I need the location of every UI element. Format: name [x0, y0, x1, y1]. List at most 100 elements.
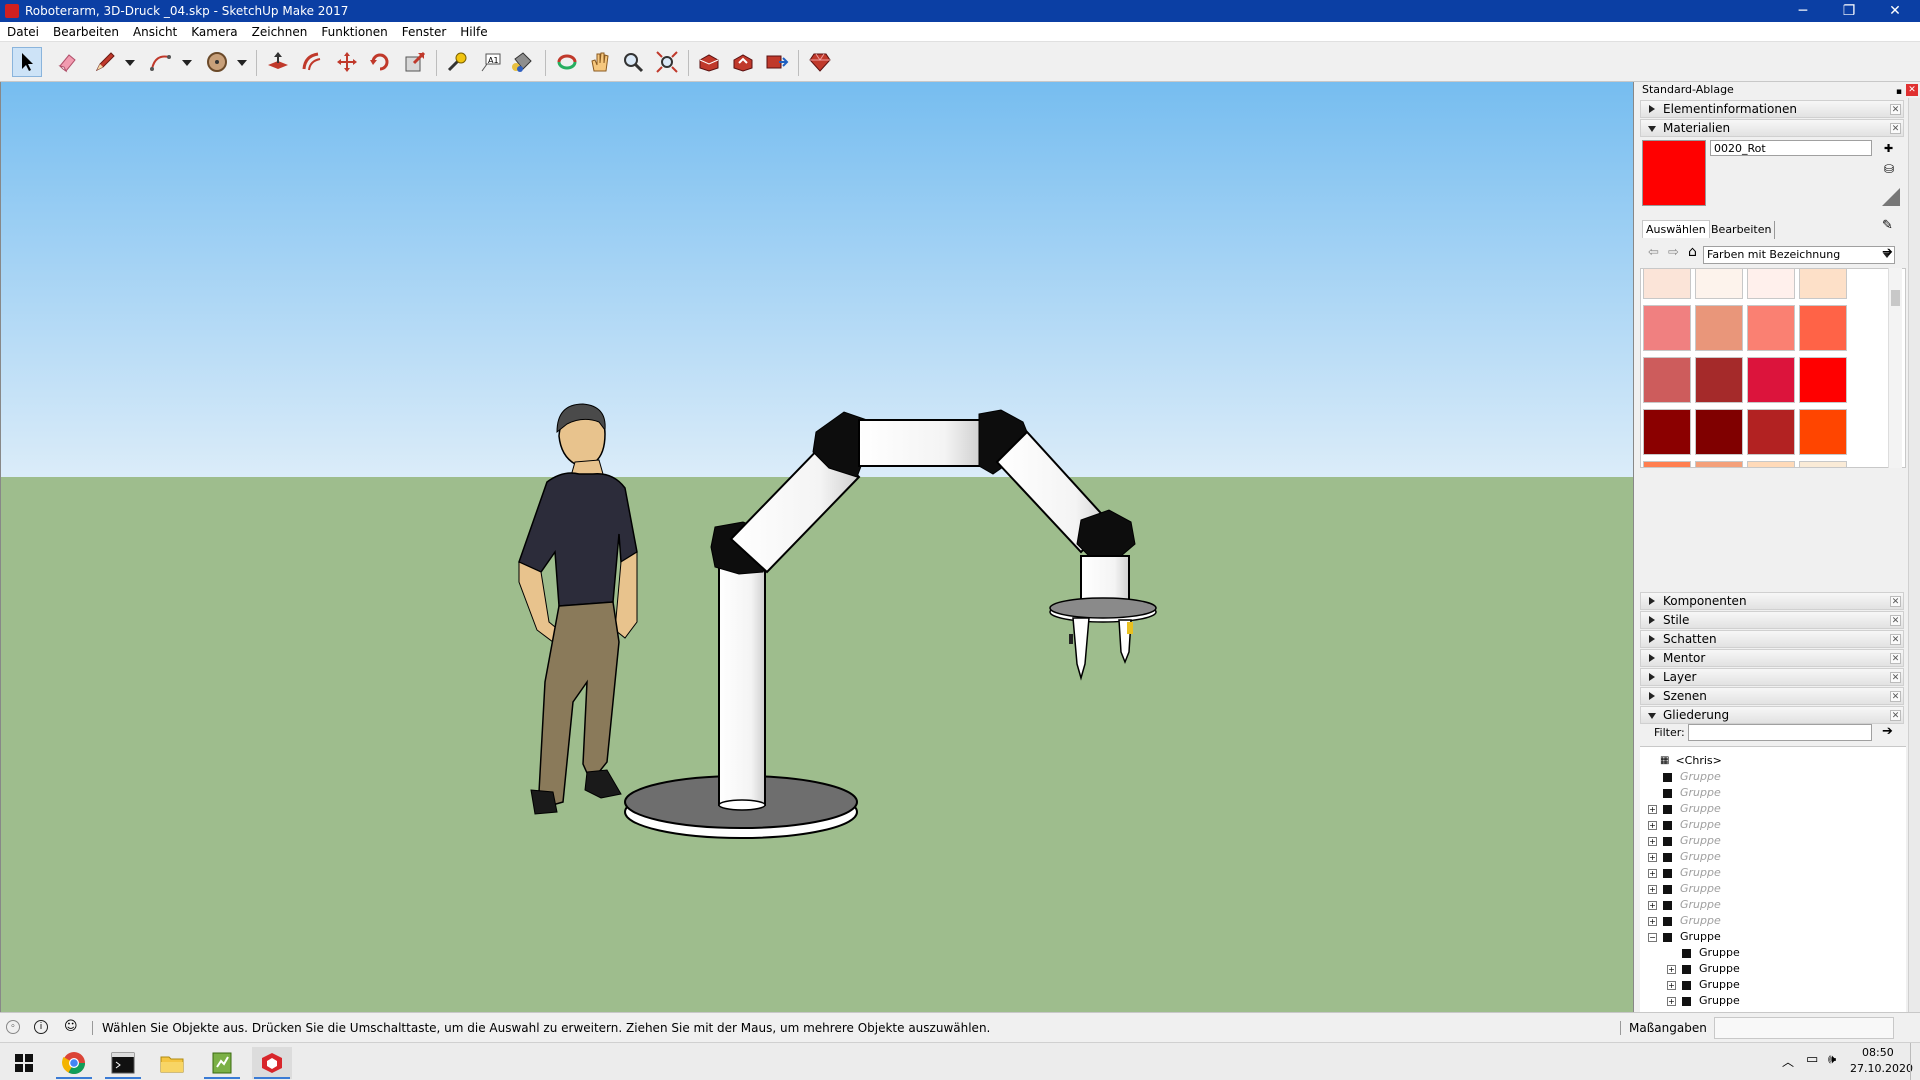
- tray-close-button[interactable]: ✕: [1906, 84, 1918, 96]
- expand-icon[interactable]: +: [1648, 804, 1657, 814]
- zoom-extents-tool[interactable]: [652, 47, 682, 77]
- clock-date[interactable]: 27.10.2020: [1850, 1062, 1913, 1075]
- outliner-group-row[interactable]: + Gruppe: [1648, 865, 1721, 881]
- collapse-icon[interactable]: −: [1648, 932, 1657, 942]
- menu-ansicht[interactable]: Ansicht: [126, 25, 184, 39]
- scrollbar-thumb[interactable]: [1891, 290, 1900, 306]
- paint-bucket-tool[interactable]: [507, 47, 537, 77]
- scale-tool[interactable]: [400, 47, 430, 77]
- start-button[interactable]: [4, 1047, 44, 1079]
- show-desktop-button[interactable]: [1910, 1043, 1916, 1080]
- section-gliederung[interactable]: Gliederung ✕: [1640, 706, 1904, 724]
- details-arrow-icon[interactable]: ➔: [1882, 245, 1893, 260]
- material-swatch[interactable]: [1799, 357, 1847, 403]
- warehouse-button[interactable]: [694, 47, 724, 77]
- material-swatch[interactable]: [1747, 269, 1795, 299]
- forward-arrow-icon[interactable]: ⇨: [1668, 245, 1679, 260]
- tab-bearbeiten[interactable]: Bearbeiten: [1708, 221, 1776, 239]
- section-materialien[interactable]: Materialien ✕: [1640, 119, 1904, 137]
- sketchup-app[interactable]: [252, 1047, 292, 1079]
- explorer-app[interactable]: [152, 1047, 192, 1079]
- material-swatch[interactable]: [1695, 269, 1743, 299]
- maximize-button[interactable]: ❐: [1826, 0, 1872, 22]
- material-swatch[interactable]: [1643, 461, 1691, 467]
- expand-icon[interactable]: +: [1667, 964, 1676, 974]
- material-swatch[interactable]: [1695, 461, 1743, 467]
- expand-icon[interactable]: +: [1648, 884, 1657, 894]
- arc-tool[interactable]: [146, 47, 176, 77]
- drawing-viewport[interactable]: [0, 82, 1634, 1012]
- extension-warehouse-button[interactable]: [762, 47, 792, 77]
- move-tool[interactable]: [332, 47, 362, 77]
- robot-tool-plate[interactable]: [1049, 597, 1157, 623]
- outliner-group-row[interactable]: − Gruppe: [1648, 929, 1721, 945]
- expand-icon[interactable]: +: [1648, 820, 1657, 830]
- expand-icon[interactable]: +: [1648, 900, 1657, 910]
- material-swatch[interactable]: [1799, 461, 1847, 467]
- line-tool[interactable]: [90, 47, 120, 77]
- outliner-root[interactable]: ▦ <Chris>: [1660, 753, 1722, 769]
- outliner-group-row[interactable]: + Gruppe: [1648, 849, 1721, 865]
- arc-dropdown-icon[interactable]: [182, 60, 192, 66]
- geolocation-icon[interactable]: ◦: [6, 1020, 20, 1034]
- material-swatch[interactable]: [1747, 305, 1795, 351]
- pin-icon[interactable]: ▪: [1896, 84, 1902, 100]
- menu-hilfe[interactable]: Hilfe: [453, 25, 494, 39]
- outliner-details-icon[interactable]: ➔: [1882, 724, 1893, 739]
- rotate-tool[interactable]: [365, 47, 395, 77]
- show-hidden-icons[interactable]: ︿: [1782, 1053, 1794, 1070]
- material-swatch[interactable]: [1643, 409, 1691, 455]
- outliner-group-row[interactable]: + Gruppe: [1648, 881, 1721, 897]
- section-close-icon[interactable]: ✕: [1890, 615, 1901, 626]
- outliner-group-row[interactable]: + Gruppe: [1667, 977, 1740, 993]
- expand-icon[interactable]: +: [1648, 852, 1657, 862]
- section-close-icon[interactable]: ✕: [1890, 672, 1901, 683]
- eraser-tool[interactable]: [52, 47, 82, 77]
- section-schatten[interactable]: Schatten ✕: [1640, 630, 1904, 648]
- outliner-group-row[interactable]: Gruppe: [1667, 945, 1740, 961]
- sample-paint-icon[interactable]: ⛁: [1884, 162, 1898, 178]
- section-close-icon[interactable]: ✕: [1890, 104, 1901, 115]
- home-icon[interactable]: ⌂: [1688, 244, 1697, 260]
- swatch-scrollbar[interactable]: [1888, 268, 1902, 468]
- expand-icon[interactable]: +: [1648, 868, 1657, 878]
- material-swatch[interactable]: [1695, 357, 1743, 403]
- robot-column[interactable]: [718, 561, 766, 811]
- material-swatch[interactable]: [1747, 357, 1795, 403]
- outliner-group-row[interactable]: + Gruppe: [1648, 817, 1721, 833]
- close-button[interactable]: ✕: [1872, 0, 1918, 22]
- material-swatch[interactable]: [1799, 409, 1847, 455]
- pan-tool[interactable]: [585, 47, 615, 77]
- clock-time[interactable]: 08:50: [1862, 1046, 1894, 1059]
- shape-tool[interactable]: [202, 47, 232, 77]
- default-material-icon[interactable]: [1882, 188, 1900, 206]
- material-swatch[interactable]: [1747, 461, 1795, 467]
- menu-kamera[interactable]: Kamera: [184, 25, 244, 39]
- outliner-group-row[interactable]: + Gruppe: [1648, 913, 1721, 929]
- expand-icon[interactable]: +: [1667, 980, 1676, 990]
- share-model-button[interactable]: [728, 47, 758, 77]
- outliner-group-row[interactable]: + Gruppe: [1648, 833, 1721, 849]
- ruby-console-button[interactable]: [805, 47, 835, 77]
- terminal-app[interactable]: [103, 1047, 143, 1079]
- shape-dropdown-icon[interactable]: [237, 60, 247, 66]
- material-name-input[interactable]: [1710, 140, 1872, 156]
- network-icon[interactable]: ▭: [1806, 1052, 1818, 1067]
- text-tool[interactable]: A1: [476, 47, 506, 77]
- section-close-icon[interactable]: ✕: [1890, 691, 1901, 702]
- measurements-input[interactable]: [1714, 1017, 1894, 1039]
- offset-tool[interactable]: [297, 47, 327, 77]
- line-dropdown-icon[interactable]: [125, 60, 135, 66]
- minimize-button[interactable]: ─: [1780, 0, 1826, 22]
- material-swatch[interactable]: [1747, 409, 1795, 455]
- back-arrow-icon[interactable]: ⇦: [1648, 245, 1659, 260]
- push-pull-tool[interactable]: [263, 47, 293, 77]
- menu-funktionen[interactable]: Funktionen: [314, 25, 394, 39]
- create-material-icon[interactable]: ✚: [1884, 142, 1898, 156]
- section-komponenten[interactable]: Komponenten ✕: [1640, 592, 1904, 610]
- tape-measure-tool[interactable]: [442, 47, 472, 77]
- material-swatch[interactable]: [1643, 357, 1691, 403]
- section-stile[interactable]: Stile ✕: [1640, 611, 1904, 629]
- section-close-icon[interactable]: ✕: [1890, 634, 1901, 645]
- outliner-group-row[interactable]: + Gruppe: [1648, 801, 1721, 817]
